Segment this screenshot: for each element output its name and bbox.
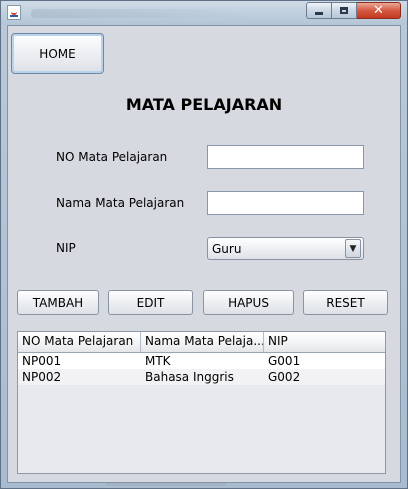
column-header-nama[interactable]: Nama Mata Pelaja... [141,332,264,352]
app-window: ✕ HOME MATA PELAJARAN NO Mata Pelajaran … [0,0,408,489]
table-cell: NP001 [22,354,62,368]
reset-button[interactable]: RESET [303,290,388,315]
table-row[interactable]: NP001 MTK G001 [18,353,385,369]
column-header-no[interactable]: NO Mata Pelajaran [18,332,141,352]
chevron-down-icon[interactable]: ▼ [345,239,361,258]
column-header-nip[interactable]: NIP [264,332,385,352]
table-cell: NP002 [22,370,62,384]
nip-selected-value: Guru [212,241,242,256]
no-mata-pelajaran-input[interactable] [207,145,364,169]
nama-mata-pelajaran-label: Nama Mata Pelajaran [56,196,185,210]
window-title [31,9,251,18]
window-controls: ✕ [306,2,401,20]
close-button[interactable]: ✕ [357,2,401,19]
nip-dropdown[interactable]: Guru ▼ [207,237,364,260]
table-cell: Bahasa Inggris [145,370,234,384]
table-cell: G002 [268,370,301,384]
table-cell: MTK [145,354,171,368]
nama-mata-pelajaran-input[interactable] [207,191,364,215]
maximize-button[interactable] [332,2,357,19]
minimize-button[interactable] [306,2,332,19]
java-app-icon[interactable] [7,5,21,20]
close-icon: ✕ [373,3,384,18]
hapus-button[interactable]: HAPUS [203,290,294,315]
table-cell: G001 [268,354,301,368]
table-header: NO Mata Pelajaran Nama Mata Pelaja... NI… [18,332,385,353]
no-mata-pelajaran-label: NO Mata Pelajaran [56,150,168,164]
home-button[interactable]: HOME [11,33,104,74]
nip-label: NIP [56,241,76,255]
minimize-icon [315,12,323,15]
title-bar[interactable]: ✕ [1,1,407,25]
tambah-button[interactable]: TAMBAH [17,290,99,315]
mata-pelajaran-table[interactable]: NO Mata Pelajaran Nama Mata Pelaja... NI… [17,331,386,474]
window-bottom-edge [106,483,226,486]
edit-button[interactable]: EDIT [108,290,193,315]
table-row[interactable]: NP002 Bahasa Inggris G002 [18,369,385,385]
maximize-icon [340,7,348,14]
page-title: MATA PELAJARAN [125,95,283,114]
